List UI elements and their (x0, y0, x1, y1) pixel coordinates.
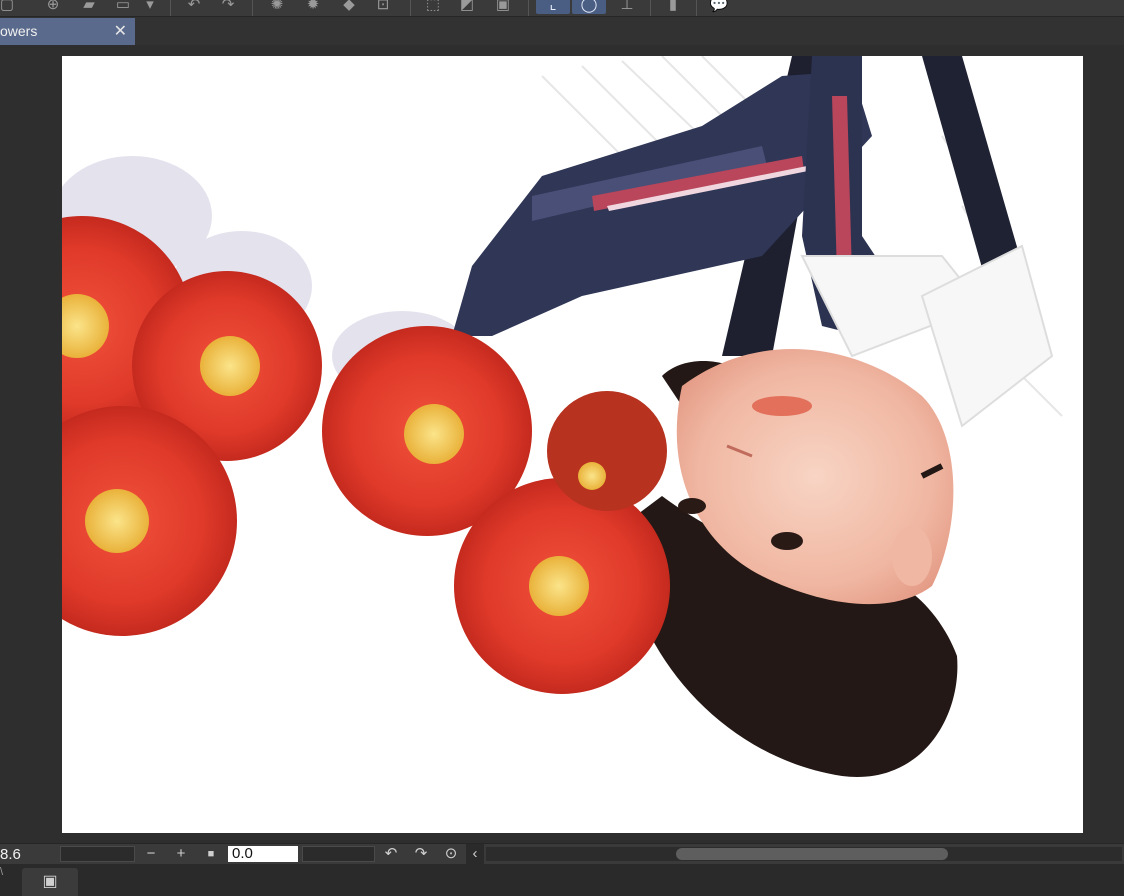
zoom-slider[interactable] (60, 846, 135, 862)
crop-icon[interactable]: ▣ (488, 0, 518, 14)
tab-document[interactable]: owers ✕ (0, 18, 135, 45)
device-icon[interactable]: ▮ (658, 0, 688, 14)
loading-icon[interactable]: ✺ (262, 0, 292, 14)
rotation-slider[interactable] (302, 846, 375, 862)
deselect-icon[interactable]: ◩ (452, 0, 482, 14)
flower-small (547, 391, 667, 511)
new-file-icon[interactable]: ▢ (0, 0, 16, 14)
ruler-icon[interactable]: ⊥ (612, 0, 642, 14)
drawing-canvas[interactable] (62, 56, 1083, 833)
panel-toggle-button[interactable]: ▣ (22, 868, 78, 896)
zoom-in-button[interactable]: + (172, 844, 190, 864)
main-toolbar: ▢ ⊕ ▰ ▭ ▾ ↶ ↷ ✺ ✹ ◆ ⊡ ⬚ ◩ ▣ ⌞ ◯ ⊥ ▮ 💬 (0, 0, 1124, 17)
rotate-right-icon[interactable]: ◯ (572, 0, 606, 14)
save-icon[interactable]: ▭ (108, 0, 138, 14)
scrollbar-thumb[interactable] (676, 848, 948, 860)
rotate-left-button[interactable]: ↶ (380, 844, 402, 864)
toolbar-divider (410, 0, 411, 16)
undo-icon[interactable]: ↶ (180, 0, 208, 14)
transform-icon[interactable]: ⊡ (368, 0, 398, 14)
close-icon[interactable]: ✕ (114, 18, 127, 45)
select-all-icon[interactable]: ⬚ (418, 0, 448, 14)
zoom-out-button[interactable]: − (142, 844, 160, 864)
horizontal-scrollbar[interactable] (486, 847, 1122, 861)
rotate-right-button[interactable]: ↷ (410, 844, 432, 864)
redo-icon[interactable]: ↷ (214, 0, 242, 14)
fill-icon[interactable]: ◆ (334, 0, 364, 14)
panel-icon: ▣ (42, 873, 58, 890)
settings-icon[interactable]: ✹ (298, 0, 328, 14)
fit-to-window-button[interactable]: ■ (202, 844, 220, 864)
rotation-angle-field[interactable]: 0.0 (228, 846, 298, 862)
toolbar-divider (650, 0, 651, 16)
chevron-down-icon[interactable]: ▾ (140, 0, 160, 14)
zoom-value[interactable]: 8.6 (0, 846, 56, 863)
tab-title: owers (0, 23, 38, 39)
toolbar-divider (528, 0, 529, 16)
comment-icon[interactable]: 💬 (704, 0, 734, 14)
toolbar-divider (252, 0, 253, 16)
toolbar-divider (696, 0, 697, 16)
flower (454, 478, 670, 694)
rotate-left-icon[interactable]: ⌞ (536, 0, 570, 14)
canvas-workspace (0, 45, 1124, 843)
resize-grip-icon[interactable]: \ (0, 866, 3, 878)
status-bar: 8.6 − + ■ 0.0 ↶ ↷ ⊙ ‹ (0, 843, 1124, 864)
artwork (62, 56, 1063, 777)
bottom-panel-bar: \ ▣ (0, 864, 1124, 896)
reset-rotation-button[interactable]: ⊙ (440, 844, 462, 864)
open-folder-icon[interactable]: ▰ (74, 0, 104, 14)
toolbar-divider (170, 0, 171, 16)
document-tab-strip: owers ✕ (0, 17, 1124, 45)
collapse-button[interactable]: ‹ (466, 844, 484, 864)
open-file-icon[interactable]: ⊕ (38, 0, 68, 14)
